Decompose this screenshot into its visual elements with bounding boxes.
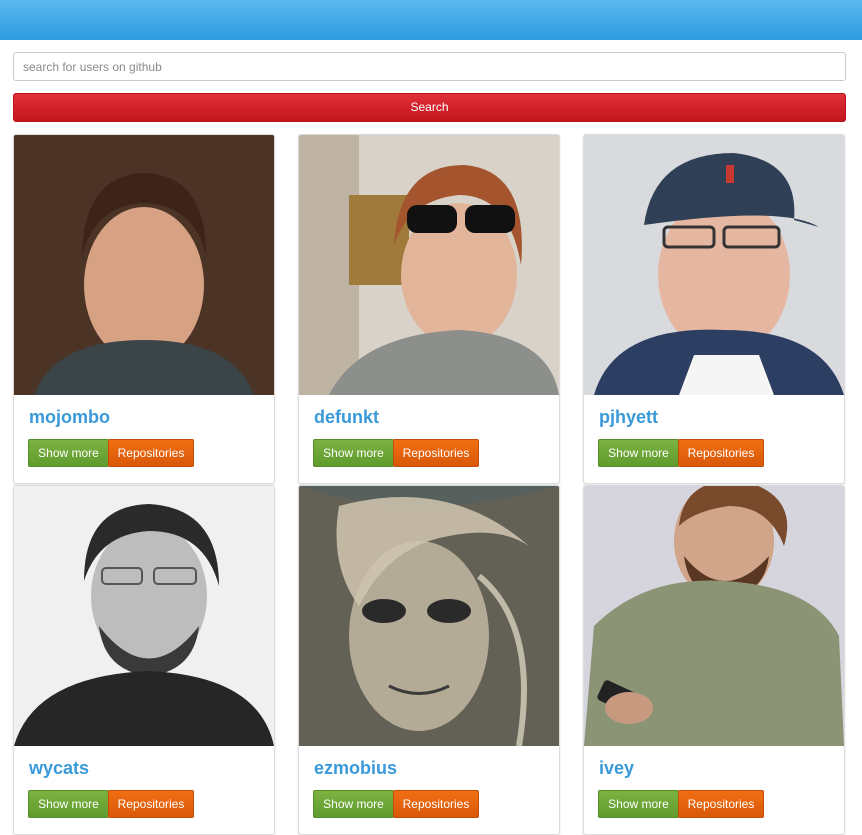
repositories-button[interactable]: Repositories — [393, 439, 479, 467]
user-avatar — [14, 486, 274, 746]
repositories-button[interactable]: Repositories — [678, 439, 764, 467]
repositories-button[interactable]: Repositories — [108, 790, 194, 818]
search-form — [13, 52, 846, 81]
show-more-button[interactable]: Show more — [313, 439, 394, 467]
user-card: defunkt Show more Repositories — [298, 134, 560, 484]
repositories-button[interactable]: Repositories — [678, 790, 764, 818]
user-card: pjhyett Show more Repositories — [583, 134, 845, 484]
user-card: ivey Show more Repositories — [583, 485, 845, 835]
user-avatar — [584, 135, 844, 395]
user-card: mojombo Show more Repositories — [13, 134, 275, 484]
show-more-button[interactable]: Show more — [28, 439, 109, 467]
username-link[interactable]: wycats — [29, 758, 89, 779]
username-link[interactable]: pjhyett — [599, 407, 658, 428]
user-avatar — [584, 486, 844, 746]
user-avatar — [299, 486, 559, 746]
show-more-button[interactable]: Show more — [28, 790, 109, 818]
username-link[interactable]: defunkt — [314, 407, 379, 428]
username-link[interactable]: ivey — [599, 758, 634, 779]
show-more-button[interactable]: Show more — [598, 439, 679, 467]
search-button[interactable]: Search — [13, 93, 846, 122]
repositories-button[interactable]: Repositories — [393, 790, 479, 818]
user-avatar — [14, 135, 274, 395]
user-avatar — [299, 135, 559, 395]
show-more-button[interactable]: Show more — [598, 790, 679, 818]
user-card: ezmobius Show more Repositories — [298, 485, 560, 835]
username-link[interactable]: mojombo — [29, 407, 110, 428]
show-more-button[interactable]: Show more — [313, 790, 394, 818]
repositories-button[interactable]: Repositories — [108, 439, 194, 467]
search-input[interactable] — [13, 52, 846, 81]
username-link[interactable]: ezmobius — [314, 758, 397, 779]
user-card: wycats Show more Repositories — [13, 485, 275, 835]
top-navbar — [0, 0, 862, 40]
